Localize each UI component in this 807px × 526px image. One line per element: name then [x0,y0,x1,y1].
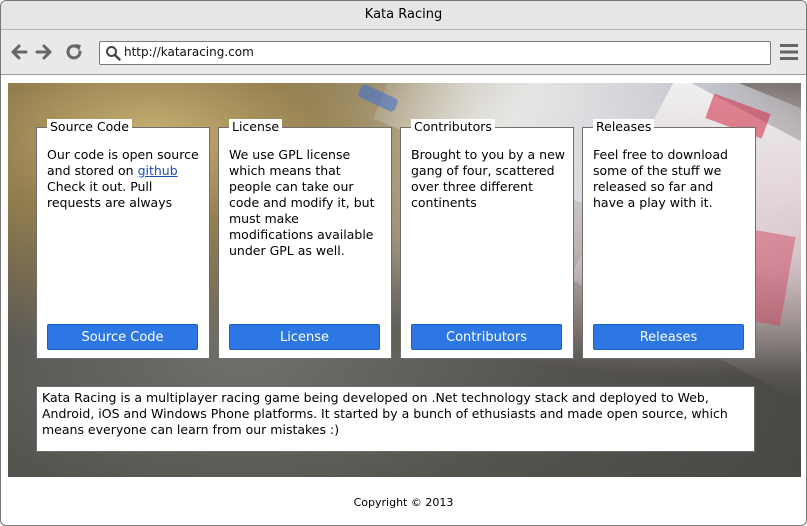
github-link[interactable]: github [138,163,178,178]
releases-button[interactable]: Releases [593,324,744,350]
forward-arrow-icon[interactable] [34,42,54,62]
source-code-panel: Source Code Our code is open source and … [36,119,210,359]
search-icon [106,46,121,61]
back-arrow-icon[interactable] [9,42,29,62]
panel-text: Brought to you by a new gang of four, sc… [411,147,565,210]
panel-legend: Contributors [411,119,495,135]
address-bar[interactable] [99,41,771,65]
contributors-button[interactable]: Contributors [411,324,562,350]
copyright-footer: Copyright © 2013 [353,496,454,509]
panel-legend: Releases [593,119,655,135]
about-text: Kata Racing is a multiplayer racing game… [42,390,728,437]
license-panel: License We use GPL license which means t… [218,119,392,359]
panel-legend: License [229,119,283,135]
url-input[interactable] [124,43,754,61]
hamburger-menu-icon[interactable] [779,43,799,61]
license-button[interactable]: License [229,324,380,350]
contributors-panel: Contributors Brought to you by a new gan… [400,119,574,359]
releases-panel: Releases Feel free to download some of t… [582,119,756,359]
browser-window: Kata Racing S [0,0,807,526]
browser-toolbar [1,30,806,75]
panel-text: We use GPL license which means that peop… [229,147,375,258]
panel-text: Our code is open source and stored on gi… [47,147,199,210]
panel-legend: Source Code [47,119,132,135]
reload-icon[interactable] [64,42,84,62]
source-code-button[interactable]: Source Code [47,324,198,350]
about-box: Kata Racing is a multiplayer racing game… [36,386,755,452]
window-title: Kata Racing [1,1,806,30]
panel-text: Feel free to download some of the stuff … [593,147,728,210]
